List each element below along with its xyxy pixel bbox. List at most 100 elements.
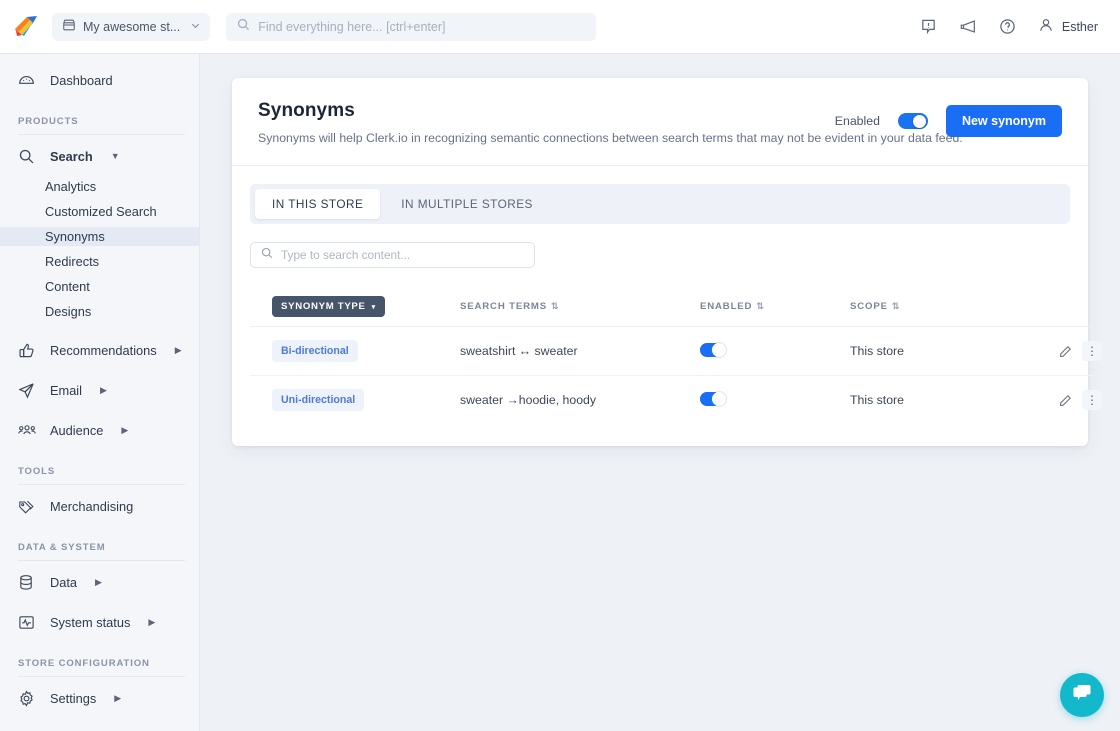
user-menu[interactable]: Esther bbox=[1038, 17, 1098, 36]
sidebar-item-designs[interactable]: Designs bbox=[0, 302, 199, 321]
column-header-scope[interactable]: SCOPE ⇅ bbox=[850, 288, 1030, 327]
sidebar-section-products-label: PRODUCTS bbox=[0, 116, 199, 127]
sort-icon: ⇅ bbox=[551, 301, 559, 311]
cell-enabled bbox=[700, 327, 850, 376]
table-row[interactable]: Bi-directional sweatshirt ↔ sweater This… bbox=[250, 327, 1110, 376]
sidebar-item-label: System status bbox=[50, 615, 130, 630]
sidebar-item-merchandising[interactable]: Merchandising bbox=[0, 490, 199, 522]
pencil-icon[interactable] bbox=[1059, 345, 1072, 358]
sidebar-item-redirects[interactable]: Redirects bbox=[0, 252, 199, 271]
cell-actions: ⋮ bbox=[1030, 376, 1110, 425]
sidebar-item-label: Audience bbox=[50, 423, 103, 438]
caret-right-icon: ▶ bbox=[121, 425, 128, 436]
column-header-actions bbox=[1030, 288, 1110, 327]
store-icon bbox=[62, 18, 76, 35]
chat-widget-button[interactable] bbox=[1060, 673, 1104, 717]
synonym-type-filter-pill[interactable]: SYNONYM TYPE ▾ bbox=[272, 296, 385, 317]
more-vertical-icon[interactable]: ⋮ bbox=[1082, 341, 1102, 361]
column-label: SCOPE bbox=[850, 301, 888, 312]
caret-right-icon: ▶ bbox=[100, 385, 107, 396]
table-header: SYNONYM TYPE ▾ SEARCH TERMS ⇅ ENABLED ⇅ SC… bbox=[250, 288, 1110, 327]
cell-synonym-type: Bi-directional bbox=[250, 327, 460, 376]
caret-right-icon: ▶ bbox=[175, 345, 182, 356]
sort-icon: ⇅ bbox=[756, 301, 764, 311]
synonym-type-badge[interactable]: Uni-directional bbox=[272, 389, 364, 411]
sidebar-item-email[interactable]: Email ▶ bbox=[0, 374, 199, 406]
caret-right-icon: ▶ bbox=[114, 693, 121, 704]
sidebar-item-label: Recommendations bbox=[50, 343, 157, 358]
paper-plane-logo[interactable] bbox=[0, 15, 52, 39]
content-filter-input[interactable] bbox=[281, 248, 524, 262]
sidebar-section-tools-label: TOOLS bbox=[0, 466, 199, 477]
tab-in-multiple-stores[interactable]: IN MULTIPLE STORES bbox=[384, 189, 550, 219]
sidebar-item-audience[interactable]: Audience ▶ bbox=[0, 414, 199, 446]
megaphone-icon[interactable] bbox=[959, 18, 977, 35]
cell-synonym-type: Uni-directional bbox=[250, 376, 460, 425]
store-selector-label: My awesome st... bbox=[83, 20, 180, 34]
top-bar: My awesome st... bbox=[0, 0, 1120, 54]
column-label: SEARCH TERMS bbox=[460, 301, 547, 312]
database-icon bbox=[18, 574, 38, 591]
sidebar-item-label: Settings bbox=[50, 691, 96, 706]
sidebar-item-system-status[interactable]: System status ▶ bbox=[0, 606, 199, 638]
column-header-synonym-type: SYNONYM TYPE ▾ bbox=[250, 288, 460, 327]
sidebar-item-customized-search[interactable]: Customized Search bbox=[0, 202, 199, 221]
sidebar-item-data[interactable]: Data ▶ bbox=[0, 566, 199, 598]
sidebar-item-recommendations[interactable]: Recommendations ▶ bbox=[0, 334, 199, 366]
sidebar-item-label: Search bbox=[50, 149, 93, 164]
divider bbox=[18, 134, 185, 135]
synonym-type-badge[interactable]: Bi-directional bbox=[272, 340, 358, 362]
column-label: ENABLED bbox=[700, 301, 752, 312]
tab-in-this-store[interactable]: IN THIS STORE bbox=[255, 189, 380, 219]
thumbs-up-icon bbox=[18, 342, 38, 359]
help-circle-icon[interactable] bbox=[999, 18, 1016, 35]
column-header-search-terms[interactable]: SEARCH TERMS ⇅ bbox=[460, 288, 700, 327]
sidebar-item-content[interactable]: Content bbox=[0, 277, 199, 296]
pencil-icon[interactable] bbox=[1059, 394, 1072, 407]
sidebar: Dashboard PRODUCTS Search ▼ Analytics Cu… bbox=[0, 54, 200, 731]
table-row[interactable]: Uni-directional sweater →hoodie, hoody T… bbox=[250, 376, 1110, 425]
divider bbox=[18, 560, 185, 561]
sidebar-item-search[interactable]: Search ▼ bbox=[0, 140, 199, 172]
feedback-icon[interactable] bbox=[920, 18, 937, 35]
user-name: Esther bbox=[1062, 20, 1098, 34]
sidebar-item-label: Merchandising bbox=[50, 499, 133, 514]
topbar-actions: Esther bbox=[920, 17, 1098, 36]
enabled-label: Enabled bbox=[835, 114, 880, 128]
chat-bubble-icon bbox=[1070, 682, 1094, 709]
cell-scope: This store bbox=[850, 327, 1030, 376]
sidebar-section-data-label: DATA & SYSTEM bbox=[0, 542, 199, 553]
cell-search-terms: sweater →hoodie, hoody bbox=[460, 376, 700, 425]
dashboard-icon bbox=[18, 72, 38, 89]
sidebar-item-analytics[interactable]: Analytics bbox=[0, 177, 199, 196]
sidebar-item-synonyms[interactable]: Synonyms bbox=[0, 227, 199, 246]
user-avatar-icon bbox=[1038, 17, 1054, 36]
search-input[interactable] bbox=[258, 20, 585, 34]
row-enabled-toggle[interactable] bbox=[700, 392, 726, 406]
sort-icon: ⇅ bbox=[892, 301, 900, 311]
column-header-enabled[interactable]: ENABLED ⇅ bbox=[700, 288, 850, 327]
tag-icon bbox=[18, 498, 38, 515]
store-selector[interactable]: My awesome st... bbox=[52, 13, 210, 41]
sidebar-item-label: Email bbox=[50, 383, 82, 398]
header-actions: Enabled New synonym bbox=[835, 105, 1062, 137]
column-label: SYNONYM TYPE bbox=[281, 301, 366, 312]
divider bbox=[18, 676, 185, 677]
new-synonym-button[interactable]: New synonym bbox=[946, 105, 1062, 137]
search-icon bbox=[237, 18, 250, 36]
sidebar-item-settings[interactable]: Settings ▶ bbox=[0, 682, 199, 714]
chevron-down-icon bbox=[190, 20, 201, 34]
cell-enabled bbox=[700, 376, 850, 425]
content-filter-search[interactable] bbox=[250, 242, 535, 268]
global-search[interactable] bbox=[226, 13, 596, 41]
row-enabled-toggle[interactable] bbox=[700, 343, 726, 357]
table-header-row: SYNONYM TYPE ▾ SEARCH TERMS ⇅ ENABLED ⇅ SC… bbox=[250, 288, 1110, 327]
divider bbox=[18, 484, 185, 485]
sidebar-item-label: Data bbox=[50, 575, 77, 590]
caret-right-icon: ▶ bbox=[95, 577, 102, 588]
more-vertical-icon[interactable]: ⋮ bbox=[1082, 390, 1102, 410]
search-icon bbox=[261, 246, 273, 264]
sidebar-section-store-config-label: STORE CONFIGURATION bbox=[0, 658, 199, 669]
sidebar-item-dashboard[interactable]: Dashboard bbox=[0, 64, 199, 96]
enabled-toggle[interactable] bbox=[898, 113, 928, 129]
